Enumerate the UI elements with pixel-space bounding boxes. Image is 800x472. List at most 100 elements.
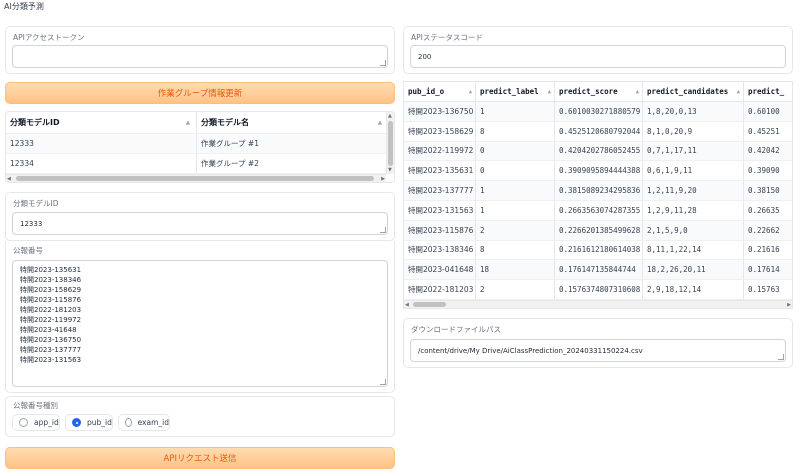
table-row-cell[interactable]: 0.4204202786052455 [555, 141, 643, 162]
table-row-cell[interactable]: 0.176147135844744 [555, 260, 643, 281]
table-row-cell[interactable]: 特開2023-135631 [404, 161, 476, 182]
table-row-cell[interactable]: 18 [476, 260, 555, 281]
table-row-cell[interactable]: 0.42042 [744, 141, 792, 162]
radio-icon[interactable] [19, 418, 28, 427]
result-col-label[interactable]: predict_label ▲ [476, 82, 555, 102]
table-row-cell[interactable]: 8 [476, 240, 555, 261]
model-id-label: 分類モデルID [13, 199, 59, 208]
table-row-cell[interactable]: 0 [476, 141, 555, 162]
table-row-cell[interactable]: 1,2,11,9,20 [643, 181, 744, 201]
table-row-cell[interactable]: 0.2663563074287355 [555, 201, 643, 221]
fetch-groups-button[interactable]: 作業グループ情報更新 [5, 82, 395, 104]
result-col-pub-id[interactable]: pub_id_o ▲ [404, 82, 476, 102]
table-row-cell[interactable]: 1,8,20,0,13 [643, 102, 744, 122]
table-row-cell[interactable]: 0,7,1,17,11 [643, 141, 744, 162]
result-col-candidates-label: predict_candidates [647, 87, 729, 96]
table-row-cell[interactable]: 1 [476, 102, 555, 122]
table-row-cell[interactable]: 0.1576374807310608 [555, 280, 643, 300]
group-col-model-id[interactable]: 分類モデルID ▲ [6, 112, 196, 133]
table-row-cell[interactable]: 特開2023-136750 [404, 102, 476, 122]
result-col-label-label: predict_label [480, 87, 539, 96]
radio-exam-id[interactable]: exam_id [118, 414, 170, 431]
table-row-cell[interactable]: 2 [476, 220, 555, 241]
scroll-left-icon[interactable]: ◀ [7, 175, 11, 182]
sort-arrows-icon: ▲ [736, 88, 740, 95]
radio-app-id[interactable]: app_id [12, 414, 60, 431]
table-row-cell[interactable]: 0,6,1,9,11 [643, 161, 744, 182]
table-row-cell[interactable]: 0.17614 [744, 260, 792, 281]
group-table-vscroll[interactable]: ▲ ▼ [386, 112, 394, 174]
table-row-cell[interactable]: 特開2023-158629 [404, 121, 476, 142]
table-row-cell[interactable]: 特開2022-119972 [404, 141, 476, 162]
scroll-thumb[interactable] [16, 176, 374, 181]
table-row-cell[interactable]: 1,2,9,11,28 [643, 201, 744, 221]
table-row-cell[interactable]: 特開2023-137777 [404, 181, 476, 201]
table-row[interactable]: 12334 作業グループ #2 [6, 154, 394, 174]
group-col-model-name[interactable]: 分類モデル名 ▲ [196, 112, 388, 133]
result-grid: pub_id_o ▲ predict_label ▲ predict_score ▲ pre… [404, 82, 792, 300]
group-table-header: 分類モデルID ▲ 分類モデル名 ▲ [6, 112, 394, 134]
result-table-hscroll[interactable]: ◀ ▶ [404, 300, 792, 308]
group-cell-id[interactable]: 12334 [6, 154, 196, 173]
sort-arrows-icon: ▲ [377, 119, 382, 126]
submit-request-button[interactable]: APIリクエスト送信 [5, 447, 395, 469]
scroll-right-icon[interactable]: ▶ [787, 301, 791, 308]
radio-app-id-label: app_id [34, 418, 59, 427]
table-row-cell[interactable]: 18,2,26,20,11 [643, 260, 744, 281]
table-row-cell[interactable]: 0.39090 [744, 161, 792, 182]
table-row-cell[interactable]: 特開2023-138346 [404, 240, 476, 261]
table-row-cell[interactable]: 8,11,1,22,14 [643, 240, 744, 261]
scroll-right-icon[interactable]: ▶ [381, 175, 385, 182]
table-row-cell[interactable]: 1 [476, 201, 555, 221]
group-table-hscroll[interactable]: ◀ ▶ [6, 174, 386, 182]
group-cell-id[interactable]: 12333 [6, 134, 196, 153]
table-row-cell[interactable]: 特開2023-041648 [404, 260, 476, 281]
pub-numbers-textarea[interactable]: 特開2023-135631 特開2023-138346 特開2023-15862… [12, 260, 388, 387]
table-row-cell[interactable]: 0 [476, 161, 555, 182]
scroll-thumb[interactable] [388, 121, 393, 166]
table-row-cell[interactable]: 0.4525120680792044 [555, 121, 643, 142]
table-row-cell[interactable]: 0.60100 [744, 102, 792, 122]
download-path-output[interactable]: /content/drive/My Drive/AiClassPredictio… [410, 339, 786, 362]
table-row-cell[interactable]: 8,1,0,20,9 [643, 121, 744, 142]
table-row-cell[interactable]: 0.26635 [744, 201, 792, 221]
table-row-cell[interactable]: 0.3909095894444388 [555, 161, 643, 182]
result-col-extra[interactable]: predict_ [744, 82, 792, 102]
result-col-score[interactable]: predict_score ▲ [555, 82, 643, 102]
table-row-cell[interactable]: 0.2266201385499628 [555, 220, 643, 241]
table-row-cell[interactable]: 0.21616 [744, 240, 792, 261]
scroll-down-icon[interactable]: ▼ [388, 166, 392, 174]
table-row-cell[interactable]: 0.6010030271880579 [555, 102, 643, 122]
table-row-cell[interactable]: 特開2022-181203 [404, 280, 476, 300]
scroll-up-icon[interactable]: ▲ [388, 112, 392, 120]
radio-pub-id[interactable]: pub_id [65, 414, 113, 431]
table-row-cell[interactable]: 特開2023-115876 [404, 220, 476, 241]
group-cell-name[interactable]: 作業グループ #1 [196, 134, 388, 153]
table-row-cell[interactable]: 2,9,18,12,14 [643, 280, 744, 300]
table-row-cell[interactable]: 0.15763 [744, 280, 792, 300]
result-col-extra-label: predict_ [748, 87, 785, 96]
status-code-output: 200 [410, 45, 786, 68]
table-row-cell[interactable]: 0.22662 [744, 220, 792, 241]
table-row-cell[interactable]: 0.2161612180614038 [555, 240, 643, 261]
result-table: pub_id_o ▲ predict_label ▲ predict_score ▲ pre… [403, 81, 793, 309]
group-cell-name[interactable]: 作業グループ #2 [196, 154, 388, 173]
table-row-cell[interactable]: 0.45251 [744, 121, 792, 142]
group-col-model-id-label: 分類モデルID [10, 118, 60, 127]
radio-icon[interactable] [125, 418, 132, 427]
table-row[interactable]: 12333 作業グループ #1 [6, 134, 394, 154]
table-row-cell[interactable]: 1 [476, 181, 555, 201]
radio-icon[interactable] [72, 418, 81, 427]
table-row-cell[interactable]: 0.3815089234295836 [555, 181, 643, 201]
model-id-input[interactable]: 12333 [12, 212, 388, 235]
scroll-thumb[interactable] [413, 302, 446, 307]
result-col-candidates[interactable]: predict_candidates ▲ [643, 82, 744, 102]
table-row-cell[interactable]: 8 [476, 121, 555, 142]
table-row-cell[interactable]: 0.38150 [744, 181, 792, 201]
table-row-cell[interactable]: 2 [476, 280, 555, 300]
access-token-input[interactable] [12, 45, 388, 68]
table-row-cell[interactable]: 特開2023-131563 [404, 201, 476, 221]
scroll-left-icon[interactable]: ◀ [405, 301, 409, 308]
result-col-score-label: predict_score [559, 87, 618, 96]
table-row-cell[interactable]: 2,1,5,9,0 [643, 220, 744, 241]
